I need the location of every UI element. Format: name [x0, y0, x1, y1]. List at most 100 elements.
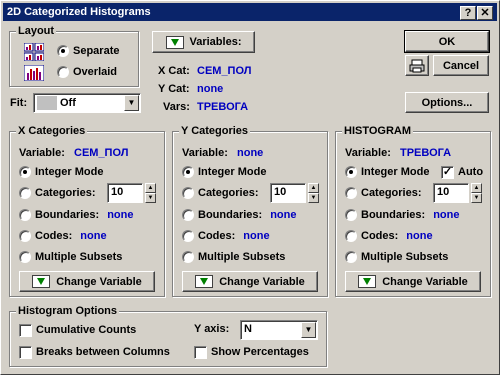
x-categories-spinner[interactable]: ▲ ▼	[145, 183, 156, 203]
hist-multiple-dot[interactable]	[345, 251, 357, 263]
ycat-value: none	[197, 83, 224, 95]
overlaid-radio[interactable]: Overlaid	[57, 64, 117, 80]
hist-integer-mode-radio[interactable]: Integer Mode	[345, 164, 429, 180]
x-multiple-radio[interactable]: Multiple Subsets	[19, 249, 122, 265]
x-change-variable-icon	[32, 275, 51, 288]
y-change-variable-icon	[195, 275, 214, 288]
histogram-group: HISTOGRAM Variable: ТРЕВОГА Integer Mode…	[335, 124, 491, 297]
separate-radio[interactable]: Separate	[57, 43, 119, 59]
hist-variable-label: Variable:	[345, 147, 391, 159]
y-integer-mode-radio[interactable]: Integer Mode	[182, 164, 266, 180]
variables-button-label: Variables:	[189, 36, 242, 48]
x-codes-radio[interactable]: Codes: none	[19, 228, 107, 244]
x-boundaries-dot[interactable]	[19, 209, 31, 221]
y-boundaries-dot[interactable]	[182, 209, 194, 221]
hist-spin-down[interactable]: ▼	[471, 193, 482, 203]
cumulative-counts-checkbox[interactable]: Cumulative Counts	[19, 322, 136, 338]
x-spin-up[interactable]: ▲	[145, 183, 156, 193]
y-multiple-dot[interactable]	[182, 251, 194, 263]
x-categories-input[interactable]: 10	[107, 183, 143, 203]
hist-categories-input[interactable]: 10	[433, 183, 469, 203]
histogram-title: HISTOGRAM	[342, 124, 414, 138]
overlaid-label: Overlaid	[73, 66, 118, 78]
y-categories-spinner[interactable]: ▲ ▼	[308, 183, 319, 203]
hist-categories-spinner[interactable]: ▲ ▼	[471, 183, 482, 203]
breaks-checkbox[interactable]: Breaks between Columns	[19, 344, 170, 360]
y-change-variable-button[interactable]: Change Variable	[182, 271, 318, 292]
y-codes-radio[interactable]: Codes: none	[182, 228, 270, 244]
y-categories-dot[interactable]	[182, 187, 194, 199]
show-percentages-check[interactable]	[194, 345, 207, 359]
x-categories-title: X Categories	[16, 124, 88, 138]
y-codes-dot[interactable]	[182, 230, 194, 242]
x-categories-radio[interactable]: Categories:	[19, 185, 96, 201]
x-multiple-dot[interactable]	[19, 251, 31, 263]
show-percentages-checkbox[interactable]: Show Percentages	[194, 344, 309, 360]
hist-multiple-radio[interactable]: Multiple Subsets	[345, 249, 448, 265]
hist-codes-dot[interactable]	[345, 230, 357, 242]
y-categories-input[interactable]: 10	[270, 183, 306, 203]
variables-button[interactable]: Variables:	[152, 31, 255, 53]
printer-icon	[409, 59, 425, 72]
x-variable-value: СЕМ_ПОЛ	[74, 147, 129, 159]
x-change-variable-button[interactable]: Change Variable	[19, 271, 155, 292]
hist-integer-mode-label: Integer Mode	[361, 166, 430, 178]
x-spin-down[interactable]: ▼	[145, 193, 156, 203]
x-categories-dot[interactable]	[19, 187, 31, 199]
options-button[interactable]: Options...	[405, 92, 489, 113]
x-integer-mode-dot[interactable]	[19, 166, 31, 178]
y-boundaries-value: none	[270, 209, 297, 221]
title-bar: 2D Categorized Histograms ? ✕	[3, 3, 497, 21]
cumulative-counts-check[interactable]	[19, 323, 32, 337]
hist-codes-radio[interactable]: Codes: none	[345, 228, 433, 244]
hist-auto-checkbox[interactable]: ✓ Auto	[441, 164, 483, 180]
fit-dropdown[interactable]: Off ▼	[33, 93, 141, 113]
hist-change-variable-button[interactable]: Change Variable	[345, 271, 481, 292]
close-button[interactable]: ✕	[477, 6, 493, 20]
hist-integer-mode-dot[interactable]	[345, 166, 357, 178]
x-variable-label: Variable:	[19, 147, 65, 159]
ok-button[interactable]: OK	[404, 30, 490, 53]
dialog-window: 2D Categorized Histograms ? ✕ Layout Sep…	[0, 0, 500, 375]
separate-radio-dot[interactable]	[57, 45, 69, 57]
hist-boundaries-dot[interactable]	[345, 209, 357, 221]
breaks-check[interactable]	[19, 345, 32, 359]
help-button[interactable]: ?	[460, 6, 476, 20]
y-integer-mode-dot[interactable]	[182, 166, 194, 178]
x-boundaries-value: none	[107, 209, 134, 221]
y-axis-label: Y axis:	[194, 323, 230, 335]
y-spin-down[interactable]: ▼	[308, 193, 319, 203]
cancel-button[interactable]: Cancel	[433, 55, 489, 76]
y-axis-chevron-down-icon[interactable]: ▼	[301, 322, 316, 338]
overlaid-radio-dot[interactable]	[57, 66, 69, 78]
hist-categories-dot[interactable]	[345, 187, 357, 199]
fit-label: Fit:	[10, 97, 28, 109]
y-multiple-label: Multiple Subsets	[198, 251, 286, 263]
y-spin-up[interactable]: ▲	[308, 183, 319, 193]
printer-button[interactable]	[405, 55, 429, 76]
y-categories-radio[interactable]: Categories:	[182, 185, 259, 201]
y-codes-value: none	[243, 230, 270, 242]
y-variable-label: Variable:	[182, 147, 228, 159]
y-boundaries-radio[interactable]: Boundaries: none	[182, 207, 296, 223]
x-codes-dot[interactable]	[19, 230, 31, 242]
hist-change-variable-icon	[358, 275, 377, 288]
x-codes-label: Codes:	[35, 230, 73, 242]
y-boundaries-label: Boundaries:	[198, 209, 263, 221]
x-integer-mode-radio[interactable]: Integer Mode	[19, 164, 103, 180]
hist-codes-value: none	[406, 230, 433, 242]
overlaid-layout-icon	[24, 65, 44, 81]
hist-boundaries-radio[interactable]: Boundaries: none	[345, 207, 459, 223]
chevron-down-icon[interactable]: ▼	[124, 95, 139, 111]
xcat-value: СЕМ_ПОЛ	[197, 65, 252, 77]
y-axis-dropdown[interactable]: N ▼	[240, 320, 318, 340]
y-multiple-radio[interactable]: Multiple Subsets	[182, 249, 285, 265]
hist-auto-label: Auto	[458, 166, 484, 178]
y-codes-label: Codes:	[198, 230, 236, 242]
hist-categories-radio[interactable]: Categories:	[345, 185, 422, 201]
breaks-label: Breaks between Columns	[36, 346, 170, 358]
hist-spin-up[interactable]: ▲	[471, 183, 482, 193]
x-boundaries-radio[interactable]: Boundaries: none	[19, 207, 133, 223]
hist-auto-check[interactable]: ✓	[441, 165, 454, 179]
x-integer-mode-label: Integer Mode	[35, 166, 104, 178]
